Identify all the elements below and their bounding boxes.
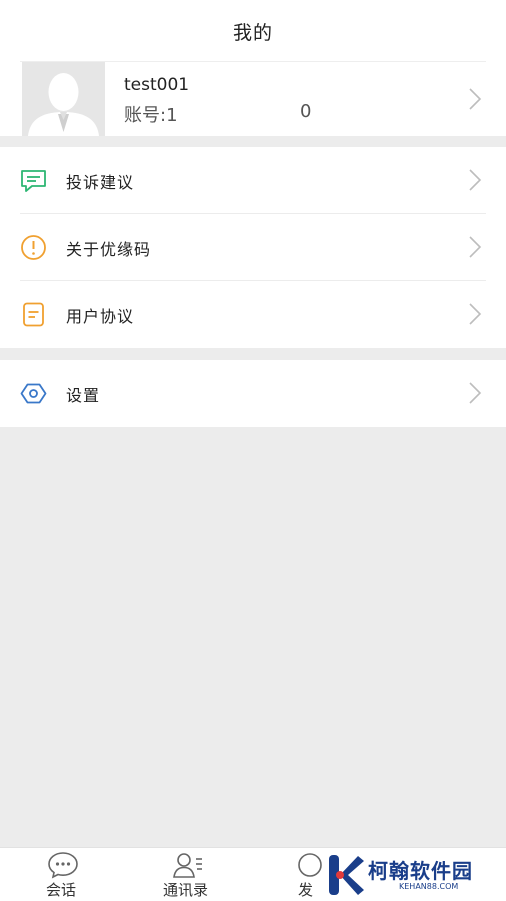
- menu-group-main: 投诉建议 关于优缘码 用户协议: [0, 147, 506, 348]
- watermark-text: 柯翰软件园: [368, 859, 473, 883]
- discover-icon: [298, 853, 322, 877]
- menu-item-label: 关于优缘码: [66, 240, 152, 259]
- default-avatar-icon: [22, 62, 105, 136]
- menu-item-about[interactable]: 关于优缘码: [0, 214, 506, 281]
- settings-hex-icon: [20, 383, 47, 404]
- menu-group-settings: 设置: [0, 360, 506, 427]
- tab-label: 会话: [46, 881, 77, 899]
- profile-username: test001: [124, 75, 190, 95]
- menu-item-feedback[interactable]: 投诉建议: [0, 147, 506, 214]
- menu-item-label: 用户协议: [66, 307, 135, 326]
- watermark-logo-icon: [329, 855, 364, 895]
- contacts-icon: [173, 853, 202, 878]
- chevron-right-icon: [469, 169, 482, 191]
- chat-bubble-icon: [48, 852, 78, 879]
- menu-item-user-agreement[interactable]: 用户协议: [0, 281, 506, 348]
- document-icon: [23, 302, 44, 327]
- menu-item-label: 设置: [66, 386, 101, 405]
- watermark-url: KEHAN88.COM: [399, 882, 459, 891]
- chevron-right-icon: [469, 236, 482, 258]
- profile-account-number: 账号:1: [124, 105, 178, 126]
- message-icon: [21, 170, 46, 192]
- page-header: 我的: [0, 0, 506, 62]
- info-icon: [21, 235, 46, 260]
- account-redaction: [186, 100, 298, 126]
- menu-item-label: 投诉建议: [66, 173, 135, 192]
- tab-contacts[interactable]: 通讯录: [140, 848, 240, 901]
- chevron-right-icon: [469, 382, 482, 404]
- tab-label: 发: [298, 881, 314, 899]
- page-title: 我的: [232, 21, 273, 44]
- menu-item-settings[interactable]: 设置: [0, 360, 506, 427]
- chevron-right-icon: [469, 303, 482, 325]
- profile-account-suffix: 0: [300, 101, 312, 122]
- tab-label: 通讯录: [163, 881, 209, 899]
- watermark: 柯翰软件园 KEHAN88.COM: [324, 849, 506, 900]
- tab-chat[interactable]: 会话: [13, 848, 113, 901]
- avatar[interactable]: [22, 62, 105, 136]
- profile-card[interactable]: test001 账号:1 0: [0, 62, 506, 136]
- chevron-right-icon: [469, 88, 482, 110]
